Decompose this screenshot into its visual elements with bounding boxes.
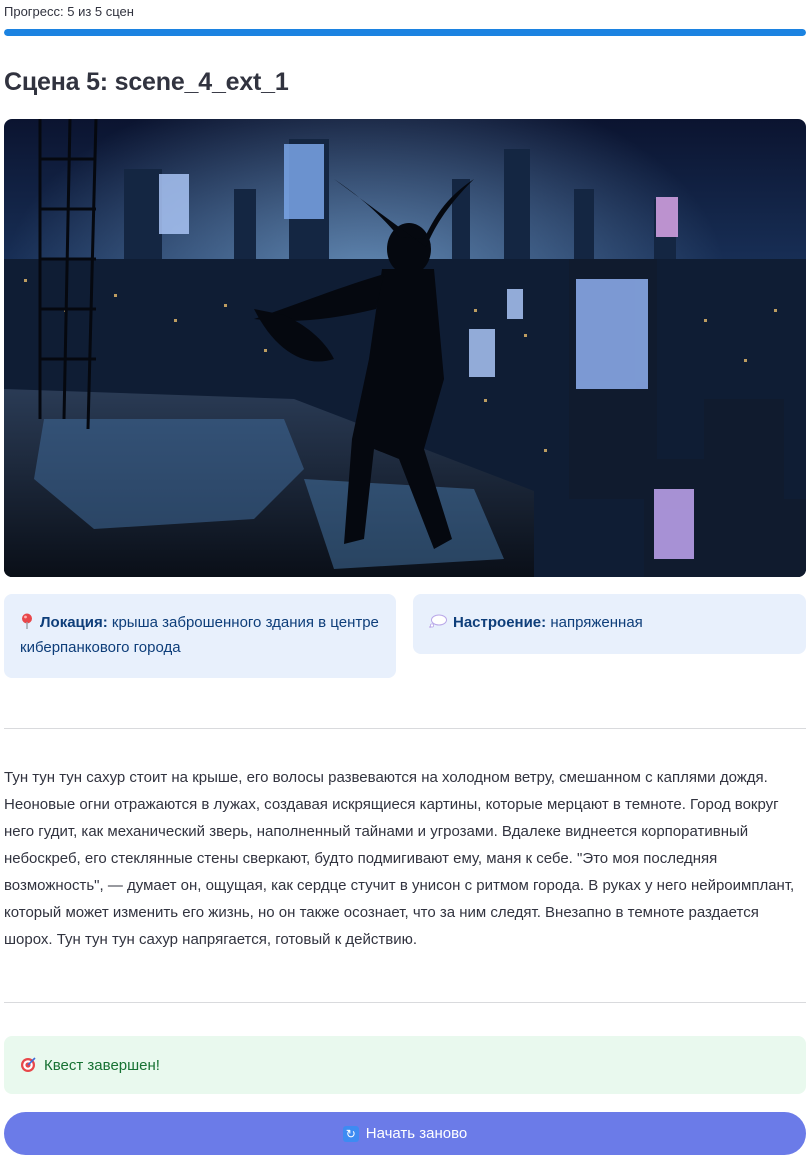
mood-label: Настроение: [453,614,547,631]
pin-icon [22,613,32,629]
divider [4,1002,806,1003]
progress-bar [4,29,806,36]
mood-card: Настроение: напряженная [413,594,806,654]
location-card: Локация: крыша заброшенного здания в цен… [4,594,396,678]
divider [4,728,806,729]
progress-bar-fill [4,29,806,36]
restart-button[interactable]: ↻ Начать заново [4,1112,806,1155]
quest-complete-alert: Квест завершен! [4,1036,806,1094]
scene-image [4,119,806,577]
progress-label: Прогресс: 5 из 5 сцен [4,4,134,19]
story-text: Тун тун тун сахур стоит на крыше, его во… [4,769,795,948]
thought-bubble-icon [429,614,447,628]
refresh-icon: ↻ [342,1125,359,1142]
mood-value: напряженная [550,614,643,631]
quest-complete-text: Квест завершен! [44,1056,160,1074]
scene-title: Сцена 5: scene_4_ext_1 [4,68,289,96]
restart-button-label: Начать заново [365,1125,468,1142]
location-label: Локация: [40,614,108,631]
target-icon [21,1057,36,1072]
app-root: Прогресс: 5 из 5 сцен Сцена 5: scene_4_e… [0,0,812,1161]
